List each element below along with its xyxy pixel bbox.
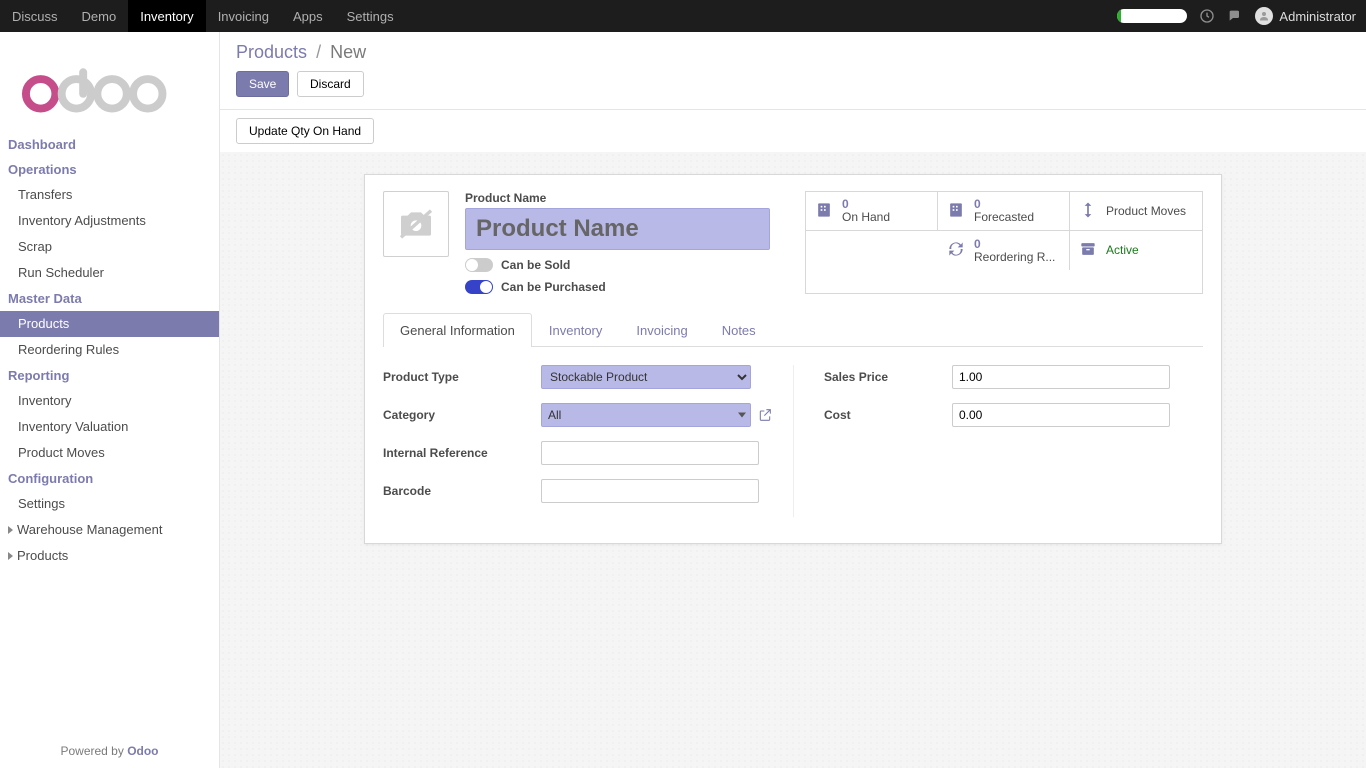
product-name-label: Product Name bbox=[465, 191, 789, 205]
tab-inventory[interactable]: Inventory bbox=[532, 313, 619, 347]
discard-button[interactable]: Discard bbox=[297, 71, 364, 97]
archive-icon bbox=[1078, 239, 1098, 262]
update-qty-button[interactable]: Update Qty On Hand bbox=[236, 118, 374, 144]
nav-inventory[interactable]: Inventory bbox=[128, 0, 205, 32]
save-button[interactable]: Save bbox=[236, 71, 289, 97]
avatar-icon bbox=[1255, 7, 1273, 25]
barcode-input[interactable] bbox=[541, 479, 759, 503]
category-combo[interactable]: All bbox=[541, 403, 751, 427]
breadcrumb: Products / New bbox=[236, 42, 1350, 63]
product-name-input[interactable] bbox=[465, 208, 770, 250]
product-type-select[interactable]: Stockable Product bbox=[541, 365, 751, 389]
stat-on-hand[interactable]: 0On Hand bbox=[806, 192, 938, 231]
cost-label: Cost bbox=[824, 408, 944, 422]
sidebar-section-configuration: Configuration bbox=[0, 466, 219, 491]
sidebar-section-master-data: Master Data bbox=[0, 286, 219, 311]
user-menu[interactable]: Administrator bbox=[1255, 7, 1356, 25]
external-link-icon[interactable] bbox=[757, 407, 773, 423]
internal-reference-input[interactable] bbox=[541, 441, 759, 465]
breadcrumb-current: New bbox=[330, 42, 366, 62]
sidebar-section-dashboard: Dashboard bbox=[0, 132, 219, 157]
user-name: Administrator bbox=[1279, 9, 1356, 24]
sidebar-section-operations: Operations bbox=[0, 157, 219, 182]
breadcrumb-root[interactable]: Products bbox=[236, 42, 307, 62]
category-label: Category bbox=[383, 408, 533, 422]
sidebar-link-products[interactable]: Products bbox=[0, 311, 219, 337]
nav-invoicing[interactable]: Invoicing bbox=[206, 0, 281, 32]
nav-discuss[interactable]: Discuss bbox=[0, 0, 70, 32]
stat-product-moves[interactable]: Product Moves bbox=[1070, 192, 1202, 231]
conversations-icon[interactable] bbox=[1227, 8, 1243, 24]
caret-right-icon bbox=[8, 552, 13, 560]
tab-notes[interactable]: Notes bbox=[705, 313, 773, 347]
caret-right-icon bbox=[8, 526, 13, 534]
internal-reference-label: Internal Reference bbox=[383, 446, 533, 460]
progress-indicator[interactable] bbox=[1117, 9, 1187, 23]
form-sheet: Product Name Can be Sold Can be Purchase… bbox=[364, 174, 1222, 544]
can-be-purchased-label: Can be Purchased bbox=[501, 280, 606, 294]
sidebar-expand-products[interactable]: Products bbox=[0, 543, 219, 569]
nav-demo[interactable]: Demo bbox=[70, 0, 129, 32]
sidebar-link-inventory-adjustments[interactable]: Inventory Adjustments bbox=[0, 208, 219, 234]
sidebar-section-reporting: Reporting bbox=[0, 363, 219, 388]
tab-invoicing[interactable]: Invoicing bbox=[619, 313, 704, 347]
can-be-purchased-toggle[interactable] bbox=[465, 280, 493, 294]
sidebar-link-inventory[interactable]: Inventory bbox=[0, 388, 219, 414]
cost-input[interactable] bbox=[952, 403, 1170, 427]
sidebar-link-inventory-valuation[interactable]: Inventory Valuation bbox=[0, 414, 219, 440]
sidebar-link-settings[interactable]: Settings bbox=[0, 491, 219, 517]
chevron-down-icon bbox=[738, 413, 746, 418]
can-be-sold-toggle[interactable] bbox=[465, 258, 493, 272]
sidebar-expand-warehouse-management[interactable]: Warehouse Management bbox=[0, 517, 219, 543]
refresh-icon bbox=[946, 239, 966, 262]
can-be-sold-label: Can be Sold bbox=[501, 258, 570, 272]
sidebar-link-product-moves[interactable]: Product Moves bbox=[0, 440, 219, 466]
nav-apps[interactable]: Apps bbox=[281, 0, 335, 32]
arrows-v-icon bbox=[1078, 200, 1098, 223]
tab-general-information[interactable]: General Information bbox=[383, 313, 532, 347]
form-tabs: General InformationInventoryInvoicingNot… bbox=[383, 312, 1203, 347]
sidebar-link-transfers[interactable]: Transfers bbox=[0, 182, 219, 208]
sidebar-link-scrap[interactable]: Scrap bbox=[0, 234, 219, 260]
product-type-label: Product Type bbox=[383, 370, 533, 384]
activity-icon[interactable] bbox=[1199, 8, 1215, 24]
barcode-label: Barcode bbox=[383, 484, 533, 498]
building-icon bbox=[814, 200, 834, 223]
building-icon bbox=[946, 200, 966, 223]
sales-price-input[interactable] bbox=[952, 365, 1170, 389]
stat-reordering-rules[interactable]: 0Reordering R... bbox=[938, 231, 1070, 270]
stat-buttons: 0On Hand 0Forecasted Product Moves bbox=[805, 191, 1203, 294]
sidebar-link-reordering-rules[interactable]: Reordering Rules bbox=[0, 337, 219, 363]
powered-by: Powered by Odoo bbox=[0, 736, 219, 768]
stat-active[interactable]: Active bbox=[1070, 231, 1202, 270]
product-image-placeholder[interactable] bbox=[383, 191, 449, 257]
stat-forecasted[interactable]: 0Forecasted bbox=[938, 192, 1070, 231]
top-nav: DiscussDemoInventoryInvoicingAppsSetting… bbox=[0, 0, 406, 32]
brand-logo bbox=[0, 32, 219, 132]
sidebar-link-run-scheduler[interactable]: Run Scheduler bbox=[0, 260, 219, 286]
nav-settings[interactable]: Settings bbox=[335, 0, 406, 32]
sales-price-label: Sales Price bbox=[824, 370, 944, 384]
